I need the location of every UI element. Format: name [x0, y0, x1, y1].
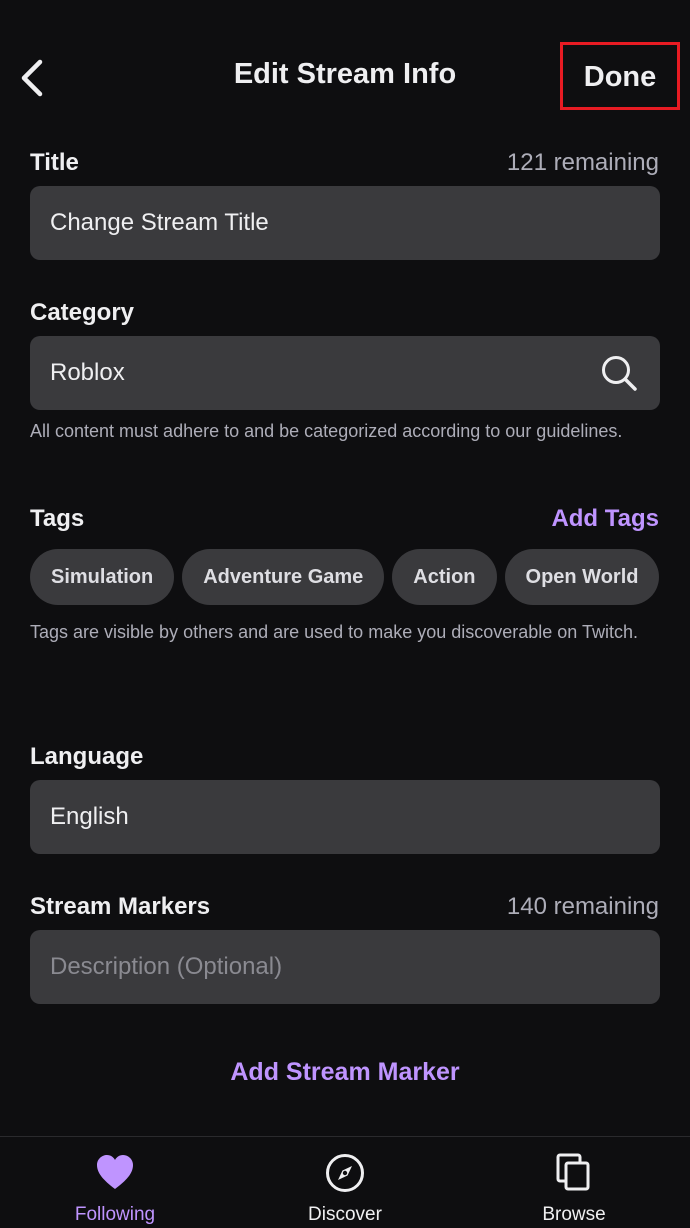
- category-label: Category: [30, 299, 135, 326]
- language-select[interactable]: English: [30, 780, 660, 854]
- add-tags-button[interactable]: Add Tags: [551, 505, 659, 533]
- compass-icon: [326, 1154, 364, 1192]
- language-select-value: English: [50, 803, 129, 830]
- browse-icon: [556, 1153, 590, 1191]
- title-input[interactable]: Change Stream Title: [30, 186, 660, 260]
- tags-label: Tags: [30, 505, 85, 532]
- tab-browse[interactable]: Browse: [494, 1137, 654, 1228]
- tags-list: Simulation Adventure Game Action Open World: [30, 549, 660, 605]
- language-label: Language: [30, 743, 144, 770]
- tag-chip-simulation[interactable]: Simulation: [30, 549, 175, 605]
- stream-markers-label: Stream Markers: [30, 893, 211, 920]
- tab-following-label: Following: [74, 1204, 156, 1225]
- done-button[interactable]: Done: [563, 61, 677, 94]
- category-input[interactable]: Roblox: [30, 336, 660, 410]
- tab-discover-label: Discover: [308, 1204, 382, 1225]
- title-label: Title: [30, 149, 79, 176]
- bottom-tab-bar: Following Discover Browse: [0, 1136, 690, 1228]
- markers-remaining-count: 140 remaining: [506, 893, 659, 920]
- title-input-value: Change Stream Title: [50, 209, 269, 236]
- tags-help-text: Tags are visible by others and are used …: [30, 622, 639, 642]
- tag-chip-action[interactable]: Action: [392, 549, 497, 605]
- heart-icon: [97, 1155, 133, 1189]
- category-guidelines-text: All content must adhere to and be catego…: [30, 421, 623, 441]
- tab-browse-label: Browse: [542, 1204, 606, 1225]
- category-input-value: Roblox: [50, 359, 125, 386]
- tab-discover[interactable]: Discover: [265, 1137, 425, 1228]
- marker-description-input[interactable]: Description (Optional): [30, 930, 660, 1004]
- top-nav-bar: Edit Stream Info Done: [0, 0, 690, 140]
- marker-description-placeholder: Description (Optional): [50, 953, 283, 980]
- tag-chip-open-world[interactable]: Open World: [504, 549, 660, 605]
- tab-following[interactable]: Following: [35, 1137, 195, 1228]
- tag-chip-adventure-game[interactable]: Adventure Game: [182, 549, 385, 605]
- search-icon[interactable]: [600, 354, 638, 392]
- title-remaining-count: 121 remaining: [506, 149, 659, 176]
- add-stream-marker-button[interactable]: Add Stream Marker: [0, 1058, 690, 1087]
- done-highlight-box: Done: [560, 42, 680, 110]
